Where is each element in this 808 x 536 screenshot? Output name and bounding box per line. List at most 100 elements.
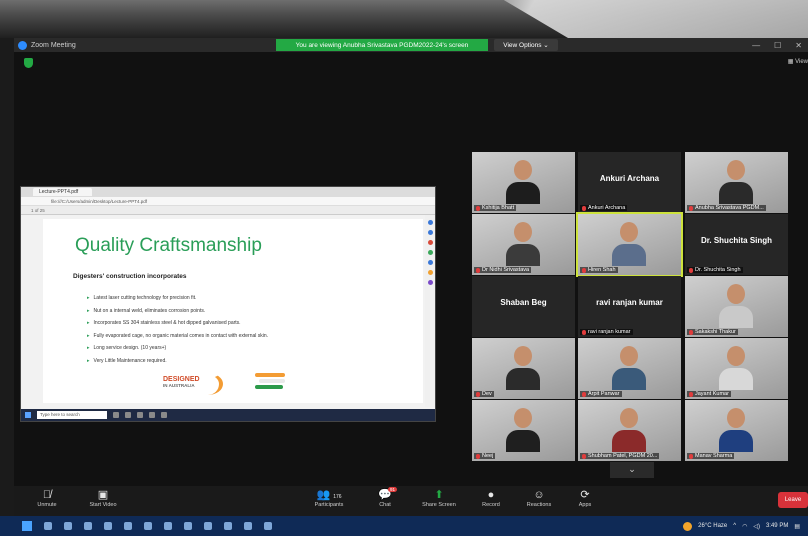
participant-head bbox=[727, 408, 745, 428]
office-icon[interactable] bbox=[164, 522, 172, 530]
view-toggle[interactable]: ▦ View bbox=[788, 58, 808, 65]
muted-mic-icon bbox=[689, 205, 693, 211]
share-screen-label: Share Screen bbox=[422, 502, 456, 508]
encryption-shield-icon[interactable] bbox=[24, 58, 33, 68]
volume-icon[interactable]: ◁) bbox=[753, 523, 760, 530]
search-icon[interactable] bbox=[44, 522, 52, 530]
chat-button[interactable]: 💬 91 Chat bbox=[360, 487, 410, 508]
store-icon[interactable] bbox=[144, 522, 152, 530]
taskbar-search-input[interactable]: Type here to search bbox=[37, 411, 107, 419]
participant-display-name: Shaban Beg bbox=[500, 298, 547, 307]
sidebar-app-icon[interactable] bbox=[427, 250, 433, 255]
muted-mic-icon bbox=[476, 205, 480, 211]
clock[interactable]: 3:49 PM bbox=[766, 523, 788, 529]
participant-name-label: Neej bbox=[474, 453, 496, 459]
participant-tile[interactable]: Neej bbox=[472, 400, 575, 461]
edge-icon[interactable] bbox=[104, 522, 112, 530]
task-view-icon[interactable] bbox=[84, 522, 92, 530]
muted-mic-icon: 🎙̸ bbox=[42, 489, 52, 501]
participant-display-name: Dr. Shuchita Singh bbox=[700, 236, 773, 245]
wifi-icon[interactable]: ◠ bbox=[742, 523, 747, 530]
participant-video bbox=[719, 346, 753, 390]
start-icon[interactable] bbox=[25, 412, 31, 418]
shared-windows-taskbar: Type here to search bbox=[21, 409, 435, 421]
participant-tile[interactable]: Shaban Beg bbox=[472, 276, 575, 337]
participant-head bbox=[620, 346, 638, 366]
taskbar-app-icon[interactable] bbox=[149, 412, 155, 418]
participant-tile[interactable]: Dev bbox=[472, 338, 575, 399]
notification-icon[interactable]: ▤ bbox=[794, 523, 800, 530]
maximize-icon[interactable]: ☐ bbox=[774, 41, 781, 50]
participant-name: Jayant Kumar bbox=[695, 391, 729, 397]
sidebar-app-icon[interactable] bbox=[427, 220, 433, 225]
browser-tab[interactable]: Lecture-PPT4.pdf bbox=[33, 188, 93, 196]
participant-tile[interactable]: Dr Nidhi Srivastava bbox=[472, 214, 575, 275]
participant-tile[interactable]: Dr. Shuchita Singh Dr. Shuchita Singh bbox=[685, 214, 788, 275]
windows-start-icon[interactable] bbox=[22, 521, 32, 531]
sidebar-app-icon[interactable] bbox=[427, 260, 433, 265]
tray-chevron-icon[interactable]: ^ bbox=[733, 523, 736, 529]
file-explorer-icon[interactable] bbox=[124, 522, 132, 530]
participants-label: Participants bbox=[314, 502, 344, 508]
participant-name-label: Shubham Patel, PGDM 20... bbox=[580, 453, 660, 459]
minimize-icon[interactable]: — bbox=[752, 41, 760, 50]
reactions-label: Reactions bbox=[526, 502, 552, 508]
chrome-profile-icon[interactable] bbox=[244, 522, 252, 530]
pdf-toolbar[interactable]: 1 of 25 bbox=[21, 206, 435, 215]
presentation-slide: Quality Craftsmanship Digesters' constru… bbox=[43, 219, 423, 403]
close-icon[interactable]: ✕ bbox=[795, 41, 802, 50]
record-button[interactable]: ● Record bbox=[466, 488, 516, 508]
participant-body bbox=[719, 368, 753, 390]
unmute-button[interactable]: 🎙̸ Unmute bbox=[22, 488, 72, 508]
muted-mic-icon bbox=[476, 391, 480, 397]
share-screen-button[interactable]: ⬆ Share Screen bbox=[414, 488, 464, 508]
start-video-button[interactable]: ▣ Start Video bbox=[78, 488, 128, 508]
view-options-button[interactable]: View Options ⌄ bbox=[494, 39, 558, 51]
taskbar-app-icon[interactable] bbox=[161, 412, 167, 418]
participant-tile[interactable]: Hiren Shah bbox=[576, 212, 683, 277]
flag-logo-icon bbox=[255, 373, 289, 395]
participant-tile[interactable]: ravi ranjan kumar ravi ranjan kumar bbox=[578, 276, 681, 337]
apps-button[interactable]: ⟳ Apps bbox=[560, 488, 610, 508]
leave-button[interactable]: Leave bbox=[778, 492, 808, 508]
participant-name-label: Sakakshi Thakur bbox=[687, 329, 738, 335]
chat-label: Chat bbox=[379, 502, 391, 508]
cortana-icon[interactable] bbox=[64, 522, 72, 530]
zoom-icon[interactable] bbox=[264, 522, 272, 530]
participant-tile[interactable]: Shubham Patel, PGDM 20... bbox=[578, 400, 681, 461]
participant-head bbox=[620, 222, 638, 242]
participant-body bbox=[719, 306, 753, 328]
weather-text[interactable]: 26°C Haze bbox=[698, 523, 727, 529]
participant-tile[interactable]: Anubha Srivastava PGDM... bbox=[685, 152, 788, 213]
participant-tile[interactable]: Ankuri Archana Ankuri Archana bbox=[578, 152, 681, 213]
chat-icon: 💬 bbox=[378, 489, 392, 501]
chrome-icon[interactable] bbox=[204, 522, 212, 530]
participant-tile[interactable]: Arpit Panwar bbox=[578, 338, 681, 399]
participant-video bbox=[506, 222, 540, 266]
participant-tile[interactable]: Jayant Kumar bbox=[685, 338, 788, 399]
reactions-button[interactable]: ☺ Reactions bbox=[514, 488, 564, 508]
mail-icon[interactable] bbox=[184, 522, 192, 530]
participant-name-label: Anubha Srivastava PGDM... bbox=[687, 205, 766, 211]
sidebar-app-icon[interactable] bbox=[427, 230, 433, 235]
taskbar-app-icon[interactable] bbox=[113, 412, 119, 418]
sidebar-app-icon[interactable] bbox=[427, 280, 433, 285]
muted-mic-icon bbox=[689, 453, 693, 459]
muted-mic-icon bbox=[689, 329, 693, 335]
sidebar-app-icon[interactable] bbox=[427, 270, 433, 275]
participant-tile[interactable]: Kshitija Bhatt bbox=[472, 152, 575, 213]
whatsapp-icon[interactable] bbox=[224, 522, 232, 530]
taskbar-app-icon[interactable] bbox=[137, 412, 143, 418]
participant-tile[interactable]: Manav Sharma bbox=[685, 400, 788, 461]
participant-tile[interactable]: Sakakshi Thakur bbox=[685, 276, 788, 337]
browser-url-bar[interactable]: file:///C:/Users/admin/Desktop/Lecture-P… bbox=[21, 197, 435, 206]
taskbar-app-icon[interactable] bbox=[125, 412, 131, 418]
record-icon: ● bbox=[487, 489, 495, 501]
sidebar-app-icon[interactable] bbox=[427, 240, 433, 245]
participant-head bbox=[727, 346, 745, 366]
participant-body bbox=[612, 430, 646, 452]
participants-button[interactable]: 👥 176 Participants bbox=[304, 488, 354, 508]
window-controls: — ☐ ✕ bbox=[752, 38, 802, 52]
participant-video bbox=[719, 408, 753, 452]
next-page-chevron-icon[interactable]: ⌄ bbox=[610, 462, 654, 478]
